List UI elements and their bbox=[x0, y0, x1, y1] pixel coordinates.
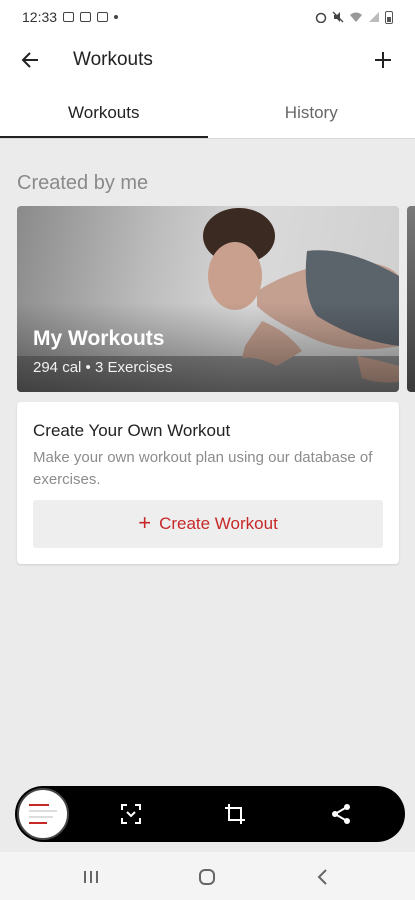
workout-card-subtitle: 294 cal • 3 Exercises bbox=[33, 359, 173, 376]
gallery-notification-icon bbox=[63, 12, 75, 22]
more-notifications-icon bbox=[114, 15, 119, 19]
mail-notification-icon-2 bbox=[97, 12, 109, 22]
share-button[interactable] bbox=[327, 800, 355, 828]
back-nav-icon bbox=[317, 869, 327, 885]
status-right bbox=[315, 10, 393, 24]
screenshot-thumbnail[interactable] bbox=[17, 788, 69, 840]
signal-icon bbox=[369, 12, 379, 22]
create-workout-button[interactable]: + Create Workout bbox=[33, 500, 383, 548]
home-icon bbox=[199, 869, 215, 885]
mute-icon bbox=[332, 11, 344, 23]
tab-bar: Workouts History bbox=[0, 88, 415, 138]
create-workout-label: Create Workout bbox=[159, 514, 278, 533]
alarm-icon bbox=[315, 12, 327, 23]
add-workout-button[interactable] bbox=[369, 46, 397, 74]
create-card-title: Create Your Own Workout bbox=[33, 421, 231, 440]
screenshot-toolbar bbox=[15, 786, 405, 842]
section-title: Created by me bbox=[17, 172, 149, 194]
status-time: 12:33 bbox=[22, 9, 58, 25]
status-bar: 12:33 bbox=[0, 0, 415, 34]
back-button[interactable] bbox=[16, 46, 44, 74]
workout-card-title: My Workouts bbox=[33, 327, 165, 350]
recent-apps-button[interactable] bbox=[78, 864, 104, 890]
crop-button[interactable] bbox=[221, 800, 249, 828]
recent-apps-icon bbox=[84, 871, 98, 883]
page-title: Workouts bbox=[73, 49, 153, 70]
home-button[interactable] bbox=[194, 864, 220, 890]
arrow-back-icon bbox=[21, 52, 38, 68]
scroll-capture-icon bbox=[121, 804, 141, 824]
crop-icon bbox=[225, 804, 245, 824]
plus-icon-red: + bbox=[138, 510, 152, 535]
create-card-description: Make your own workout plan using our dat… bbox=[33, 449, 373, 488]
tab-history[interactable]: History bbox=[208, 88, 415, 138]
tabs-divider bbox=[0, 138, 415, 139]
next-workout-card-peek[interactable] bbox=[407, 206, 415, 392]
status-left: 12:33 bbox=[22, 9, 119, 25]
tab-workouts[interactable]: Workouts bbox=[0, 88, 208, 138]
back-nav-button[interactable] bbox=[310, 864, 336, 890]
plus-icon bbox=[375, 52, 391, 68]
app-bar: Workouts bbox=[0, 34, 415, 88]
create-workout-card: Create Your Own Workout Make your own wo… bbox=[17, 402, 399, 564]
battery-icon bbox=[385, 10, 393, 24]
mail-notification-icon bbox=[80, 12, 92, 22]
scroll-capture-button[interactable] bbox=[117, 800, 145, 828]
system-nav-bar bbox=[0, 852, 415, 900]
share-icon bbox=[332, 804, 350, 824]
wifi-icon bbox=[350, 12, 362, 22]
my-workouts-card[interactable]: My Workouts 294 cal • 3 Exercises bbox=[17, 206, 399, 392]
